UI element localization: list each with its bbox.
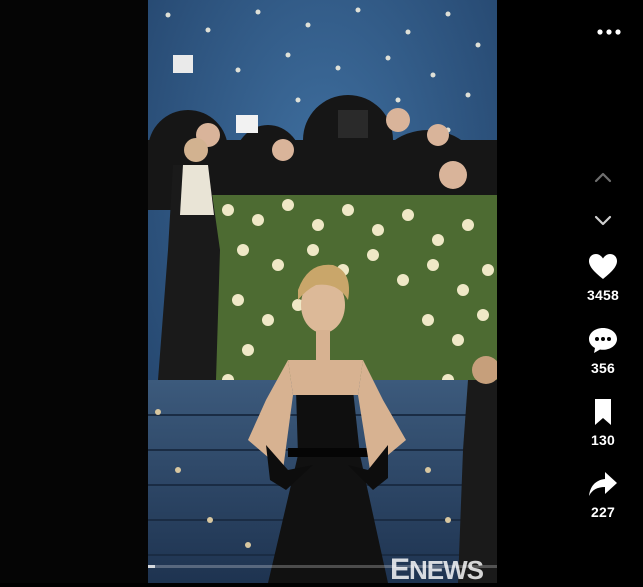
- previous-video-button[interactable]: [590, 168, 616, 188]
- chevron-up-icon: [594, 172, 612, 183]
- share-arrow-icon: [589, 472, 617, 496]
- next-video-button[interactable]: [590, 210, 616, 230]
- progress-fill: [148, 565, 155, 568]
- enews-watermark: ENEWS: [390, 553, 484, 587]
- comment-button[interactable]: 356: [580, 326, 626, 376]
- video-frame: [148, 0, 497, 583]
- chevron-down-icon: [594, 215, 612, 226]
- save-button[interactable]: 130: [580, 398, 626, 448]
- save-count: 130: [591, 432, 615, 448]
- share-button[interactable]: 227: [580, 470, 626, 520]
- progress-bar[interactable]: [148, 565, 497, 568]
- more-options-button[interactable]: [595, 22, 623, 42]
- comment-bubble-icon: [589, 328, 617, 353]
- action-sidebar: 3458 356 130 227: [497, 0, 643, 583]
- heart-icon: [589, 254, 617, 279]
- like-button[interactable]: 3458: [580, 253, 626, 303]
- bookmark-icon: [595, 399, 611, 425]
- like-count: 3458: [587, 287, 619, 303]
- watermark-news: NEWS: [409, 555, 484, 585]
- more-horizontal-icon: [597, 29, 621, 35]
- comment-count: 356: [591, 360, 615, 376]
- video-player[interactable]: [148, 0, 497, 583]
- watermark-e: E: [390, 553, 410, 586]
- share-count: 227: [591, 504, 615, 520]
- left-gutter: [0, 0, 148, 583]
